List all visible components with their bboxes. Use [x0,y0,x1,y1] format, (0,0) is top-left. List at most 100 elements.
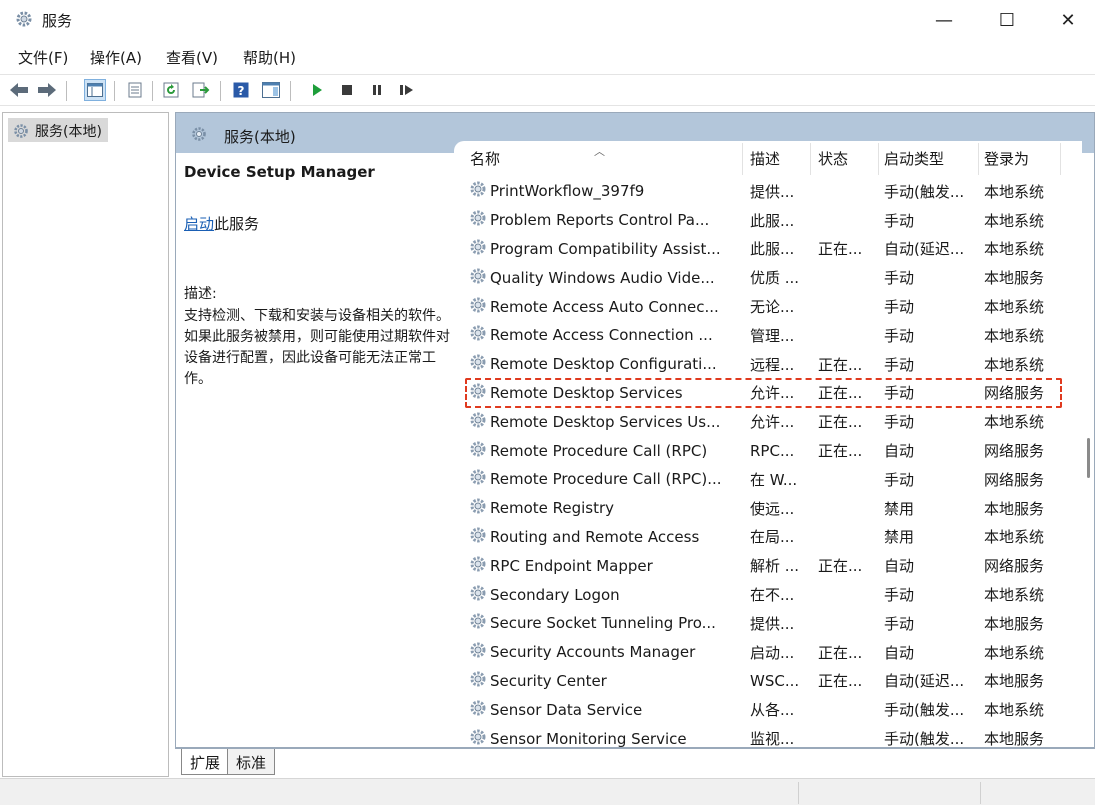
export-list-button[interactable] [190,79,212,101]
pane-title: 服务(本地) [224,128,296,146]
service-startup-type-cell: 手动 [884,465,978,494]
service-gear-icon [468,727,488,747]
service-description-cell: 此服... [750,235,812,264]
service-row[interactable]: PrintWorkflow_397f9 提供... 手动(触发... 本地系统 [454,177,1082,206]
close-button[interactable]: ✕ [1040,0,1095,40]
start-service-link[interactable]: 启动 [184,215,214,233]
column-header-logon-as[interactable]: 登录为 [978,141,1064,175]
service-startup-type-cell: 自动 [884,436,978,465]
stop-service-button[interactable] [336,79,358,101]
service-row[interactable]: Security Accounts Manager 启动... 正在... 自动 本地系… [454,638,1082,667]
service-row[interactable]: Sensor Monitoring Service 监视... 手动(触发... 本地… [454,724,1082,747]
refresh-button[interactable] [160,79,182,101]
tab-standard[interactable]: 标准 [227,749,276,775]
service-name-cell-text: Remote Desktop Configurati... [490,355,717,374]
service-name-cell-text: PrintWorkflow_397f9 [490,182,645,201]
service-logon-cell: 本地系统 [984,350,1064,379]
menu-view[interactable]: 查看(V) [166,47,218,68]
service-startup-type-cell: 自动 [884,638,978,667]
help-button[interactable]: ? [230,79,252,101]
vertical-scrollbar[interactable] [1081,153,1094,747]
service-name-cell-text: RPC Endpoint Mapper [490,556,653,575]
service-description-cell: 在 W... [750,465,812,494]
service-gear-icon [468,266,488,290]
tree-item-services-local[interactable]: 服务(本地) [8,118,108,142]
service-logon-cell-text: 本地系统 [984,413,1045,432]
service-status-cell: 正在... [818,551,880,580]
service-name-cell-text: Quality Windows Audio Vide... [490,268,715,287]
service-name-cell-text: Routing and Remote Access [490,527,700,546]
service-status-cell [818,292,880,321]
service-logon-cell-text: 本地系统 [984,701,1045,720]
service-logon-cell: 本地服务 [984,724,1064,747]
service-name-cell-text: Remote Procedure Call (RPC) [490,441,708,460]
service-startup-type-cell-text: 手动 [884,470,915,489]
service-row[interactable]: Remote Access Connection ... 管理... 手动 本地系统 [454,321,1082,350]
service-description-cell: WSC... [750,667,812,696]
service-row[interactable]: Secondary Logon 在不... 手动 本地系统 [454,580,1082,609]
service-row[interactable]: Secure Socket Tunneling Pro... 提供... 手动 本地服… [454,609,1082,638]
column-header-description[interactable]: 描述 [744,141,810,175]
scrollbar-thumb[interactable] [1087,438,1090,478]
service-description-cell-text: 在局... [750,528,795,547]
service-status-cell-text: 正在... [818,442,863,461]
column-header-status[interactable]: 状态 [812,141,878,175]
column-header-startup-type[interactable]: 启动类型 [878,141,978,175]
service-name-cell: RPC Endpoint Mapper [468,551,740,580]
column-divider[interactable] [810,143,811,175]
service-gear-icon [468,496,488,520]
tab-extended[interactable]: 扩展 [181,749,230,775]
minimize-button[interactable]: — [916,0,972,40]
service-name-cell-text: Problem Reports Control Pa... [490,211,710,230]
service-row[interactable]: Quality Windows Audio Vide... 优质 ... 手动 本地服… [454,263,1082,292]
service-gear-icon [468,295,488,319]
service-description-cell: 远程... [750,350,812,379]
service-row[interactable]: Remote Desktop Services Us... 允许... 正在... 手… [454,407,1082,436]
service-row[interactable]: Routing and Remote Access 在局... 禁用 本地系统 [454,523,1082,552]
forward-button[interactable] [36,79,58,101]
service-row[interactable]: Program Compatibility Assist... 此服... 正在..… [454,235,1082,264]
service-logon-cell: 本地系统 [984,580,1064,609]
start-service-button[interactable] [306,79,328,101]
menu-help[interactable]: 帮助(H) [243,47,296,68]
service-description-cell: 在不... [750,580,812,609]
menu-action[interactable]: 操作(A) [90,47,142,68]
minimize-icon: — [935,9,953,31]
play-icon [313,84,322,96]
service-gear-icon [468,554,488,578]
service-logon-cell-text: 本地系统 [984,326,1045,345]
menu-file[interactable]: 文件(F) [18,47,68,68]
service-row[interactable]: Remote Registry 使远... 禁用 本地服务 [454,494,1082,523]
service-startup-type-cell: 手动 [884,206,978,235]
column-divider[interactable] [742,143,743,175]
service-row[interactable]: Sensor Data Service 从各... 手动(触发... 本地系统 [454,695,1082,724]
service-row[interactable]: Remote Access Auto Connec... 无论... 手动 本地系统 [454,292,1082,321]
service-gear-icon [468,640,488,664]
service-startup-type-cell: 禁用 [884,494,978,523]
service-logon-cell-text: 本地系统 [984,586,1045,605]
show-action-pane-button[interactable] [260,79,282,101]
service-logon-cell-text: 本地系统 [984,528,1045,547]
maximize-button[interactable]: ☐ [979,0,1035,40]
service-row[interactable]: Remote Desktop Configurati... 远程... 正在... 手… [454,350,1082,379]
column-divider[interactable] [1060,143,1061,175]
service-name-cell: Remote Desktop Configurati... [468,350,740,379]
properties-button[interactable] [124,79,146,101]
back-button[interactable] [8,79,30,101]
service-row[interactable]: Remote Procedure Call (RPC) RPC... 正在... 自动… [454,436,1082,465]
service-status-cell [818,695,880,724]
service-row[interactable]: Security Center WSC... 正在... 自动(延迟... 本地服务 [454,667,1082,696]
service-logon-cell-text: 本地系统 [984,643,1045,662]
service-row[interactable]: Problem Reports Control Pa... 此服... 手动 本地系统 [454,206,1082,235]
service-startup-type-cell-text: 自动(延迟... [884,672,965,691]
restart-service-button[interactable] [396,79,418,101]
service-startup-type-cell: 手动(触发... [884,695,978,724]
service-name-cell: Remote Procedure Call (RPC)... [468,465,740,494]
service-row[interactable]: RPC Endpoint Mapper 解析 ... 正在... 自动 网络服务 [454,551,1082,580]
show-console-tree-button[interactable] [84,79,106,101]
service-row[interactable]: Remote Desktop Services 允许... 正在... 手动 网络服务 [454,379,1082,408]
column-header-name[interactable]: 名称 [464,141,742,175]
pause-service-button[interactable] [366,79,388,101]
service-row[interactable]: Remote Procedure Call (RPC)... 在 W... 手动 网络… [454,465,1082,494]
service-gear-icon [468,208,488,232]
